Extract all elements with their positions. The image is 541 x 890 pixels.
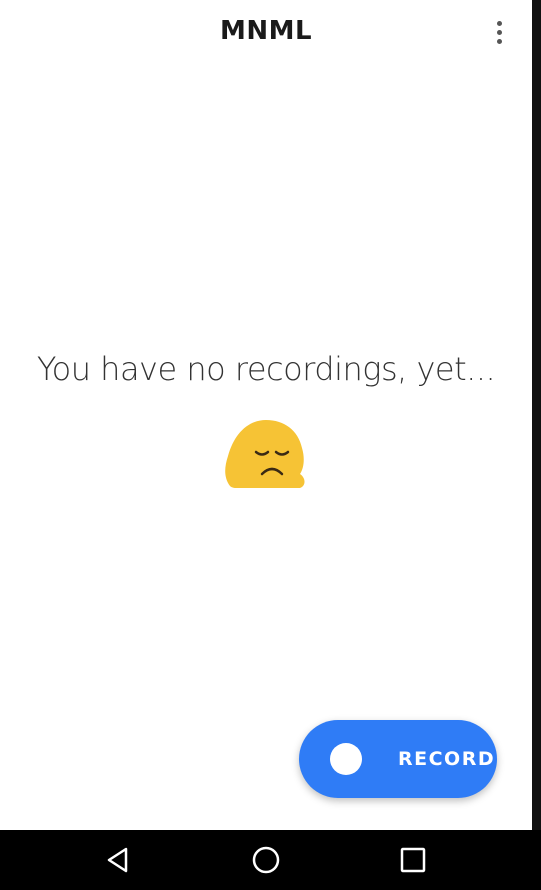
disappointed-face-emoji-icon bbox=[225, 420, 305, 488]
system-nav-bar bbox=[0, 830, 541, 890]
more-vert-icon[interactable] bbox=[486, 16, 512, 48]
home-circle-icon[interactable] bbox=[248, 842, 284, 878]
recents-square-icon[interactable] bbox=[395, 842, 431, 878]
menu-dot bbox=[496, 38, 502, 44]
menu-dot bbox=[496, 20, 502, 26]
app-bar: MNML bbox=[0, 0, 532, 64]
screen-edge bbox=[532, 0, 541, 830]
record-button[interactable]: RECORD bbox=[299, 720, 497, 798]
back-triangle-icon[interactable] bbox=[100, 842, 136, 878]
menu-dot bbox=[496, 29, 502, 35]
empty-state-message: You have no recordings, yet... bbox=[36, 350, 496, 388]
record-dot-icon bbox=[330, 743, 362, 775]
app-title: MNML bbox=[219, 16, 313, 46]
record-button-label: RECORD bbox=[398, 748, 496, 770]
app-screen: MNML You have no recordings, yet... RECO… bbox=[0, 0, 541, 890]
